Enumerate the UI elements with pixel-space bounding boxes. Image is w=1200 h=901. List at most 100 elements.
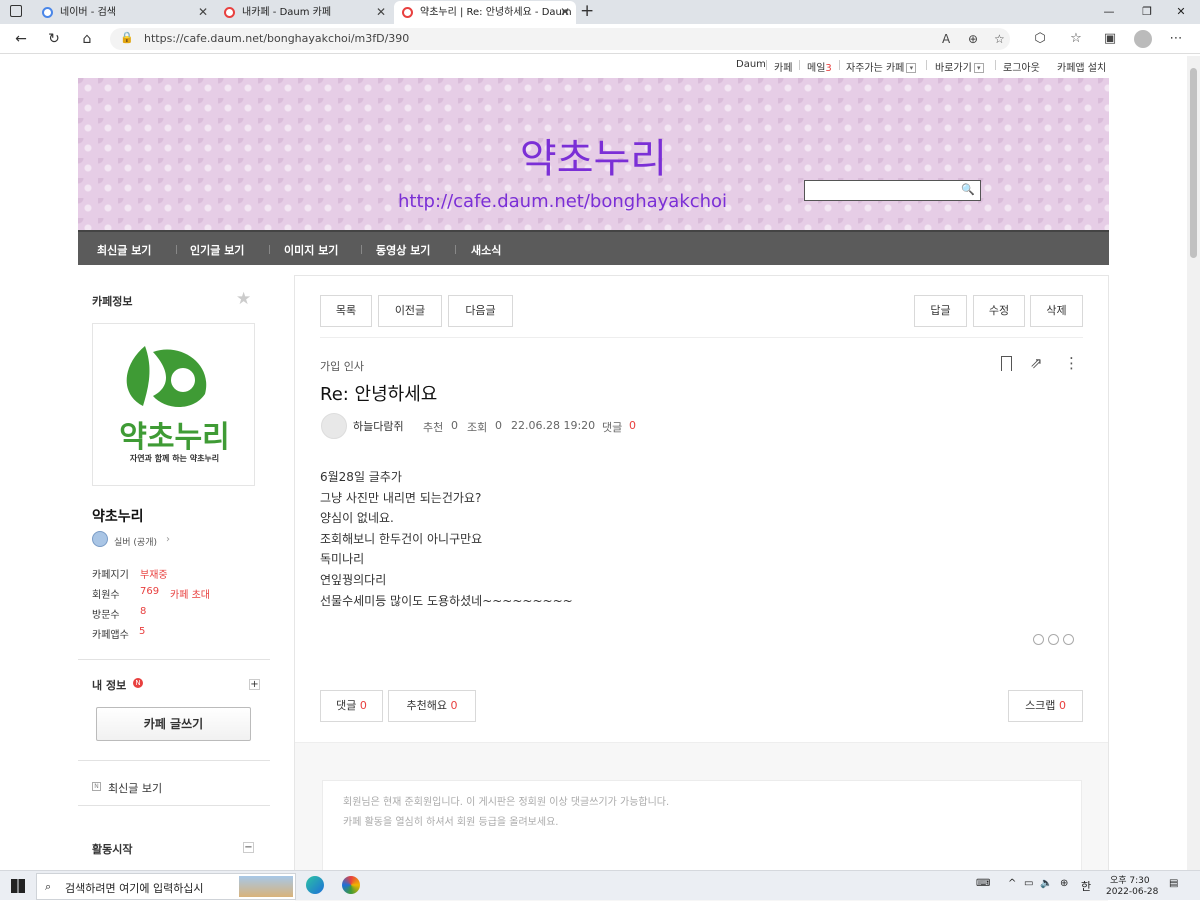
search-icon[interactable]: 🔍 bbox=[961, 183, 975, 196]
author-avatar[interactable] bbox=[321, 413, 347, 439]
menu-latest-posts[interactable]: 최신글 보기 bbox=[97, 242, 151, 258]
clock-date[interactable]: 2022-06-28 bbox=[1106, 887, 1158, 897]
page-scrollbar[interactable] bbox=[1187, 56, 1200, 870]
install-app-link[interactable]: 카페앱 설치 bbox=[1057, 59, 1106, 74]
volume-icon[interactable]: 🔈 bbox=[1040, 878, 1052, 889]
menu-news[interactable]: 새소식 bbox=[471, 242, 501, 258]
keyboard-icon[interactable]: ⌨ bbox=[976, 878, 990, 889]
profile-avatar[interactable] bbox=[1134, 30, 1152, 48]
favorites-icon[interactable]: ☆ bbox=[1066, 31, 1086, 46]
body-line: 연잎꿩의다리 bbox=[320, 572, 387, 587]
post-title: Re: 안녕하세요 bbox=[320, 384, 438, 405]
back-icon[interactable]: ← bbox=[10, 29, 32, 49]
divider bbox=[78, 760, 270, 761]
tab-title: 네이버 - 검색 bbox=[60, 7, 116, 18]
post-category[interactable]: 가입 인사 bbox=[320, 358, 364, 374]
chevron-up-icon[interactable]: ^ bbox=[1008, 878, 1016, 889]
expand-icon[interactable]: + bbox=[249, 679, 260, 690]
edit-button[interactable]: 수정 bbox=[973, 295, 1025, 327]
edge-browser-icon[interactable] bbox=[306, 876, 324, 894]
chevron-down-icon: ▾ bbox=[973, 63, 984, 73]
menu-videos[interactable]: 동영상 보기 bbox=[376, 242, 430, 258]
divider bbox=[78, 659, 270, 660]
scrollbar-thumb[interactable] bbox=[1190, 68, 1197, 258]
cafe-search-input[interactable]: 🔍 bbox=[804, 180, 981, 201]
cc-license-icon bbox=[1063, 634, 1074, 645]
banner-url[interactable]: http://cafe.daum.net/bonghayakchoi bbox=[398, 191, 727, 212]
tab-title: 약초누리 | Re: 안녕하세요 - Daum bbox=[420, 7, 572, 18]
menu-images[interactable]: 이미지 보기 bbox=[284, 242, 338, 258]
maximize-button[interactable]: ❐ bbox=[1128, 0, 1166, 24]
comment-button[interactable]: 댓글 0 bbox=[320, 690, 383, 722]
cafe-logo[interactable]: 약초누리 자연과 함께 하는 약초누리 bbox=[92, 323, 255, 486]
views-label: 조회 bbox=[467, 421, 488, 434]
gnb-daum-link[interactable]: Daum bbox=[736, 59, 766, 70]
minimize-button[interactable]: — bbox=[1090, 0, 1128, 24]
more-options-icon[interactable]: ⋮ bbox=[1064, 354, 1079, 372]
home-icon[interactable]: ⌂ bbox=[76, 29, 98, 49]
recommend-value: 0 bbox=[451, 419, 458, 432]
close-icon[interactable]: ✕ bbox=[560, 1, 570, 24]
more-icon[interactable]: ⋯ bbox=[1166, 31, 1186, 46]
comments-label: 댓글 bbox=[602, 421, 623, 434]
taskbar-search-field[interactable]: ⌕ 검색하려면 여기에 입력하십시 bbox=[36, 873, 296, 900]
menu-popular-posts[interactable]: 인기글 보기 bbox=[190, 242, 244, 258]
tab-title: 내카페 - Daum 카페 bbox=[242, 7, 332, 18]
activity-heading: 활동시작 bbox=[92, 843, 133, 856]
chevron-down-icon: ▾ bbox=[906, 63, 917, 73]
collections-icon[interactable]: ▣ bbox=[1100, 31, 1120, 46]
tab-current[interactable]: 약초누리 | Re: 안녕하세요 - Daum ✕ bbox=[394, 1, 576, 24]
refresh-icon[interactable]: ↻ bbox=[43, 29, 65, 49]
photos-app-icon[interactable] bbox=[342, 876, 360, 894]
banner-title[interactable]: 약초누리 bbox=[78, 126, 1109, 184]
scrap-button[interactable]: 스크랩 0 bbox=[1008, 690, 1083, 722]
logout-link[interactable]: 로그아웃 bbox=[1003, 59, 1040, 74]
extensions-icon[interactable]: ⬡ bbox=[1030, 31, 1050, 46]
ime-indicator[interactable]: 한 bbox=[1081, 878, 1091, 894]
favorite-star-icon[interactable]: ☆ bbox=[994, 32, 1005, 46]
close-window-button[interactable]: ✕ bbox=[1162, 0, 1200, 24]
divider bbox=[766, 60, 767, 70]
collapse-icon[interactable]: − bbox=[243, 842, 254, 853]
invite-link[interactable]: 카페 초대 bbox=[170, 586, 210, 601]
notification-icon[interactable]: ▤ bbox=[1169, 878, 1178, 889]
close-icon[interactable]: ✕ bbox=[198, 1, 208, 24]
reply-button[interactable]: 답글 bbox=[914, 295, 967, 327]
post-date: 22.06.28 19:20 bbox=[511, 419, 596, 432]
tab-my-cafe[interactable]: 내카페 - Daum 카페 ✕ bbox=[216, 1, 392, 24]
tab-naver[interactable]: 네이버 - 검색 ✕ bbox=[34, 1, 214, 24]
read-aloud-icon[interactable]: A bbox=[942, 32, 950, 46]
gnb-mail-label: 메일 bbox=[807, 63, 826, 74]
list-button[interactable]: 목록 bbox=[320, 295, 372, 327]
network-icon[interactable]: ⊕ bbox=[1060, 878, 1068, 889]
battery-icon[interactable]: ▭ bbox=[1024, 878, 1033, 889]
delete-button[interactable]: 삭제 bbox=[1030, 295, 1083, 327]
cafe-grade[interactable]: 실버 (공개) bbox=[114, 535, 157, 548]
sidebar-latest-link[interactable]: 최신글 보기 bbox=[108, 780, 162, 796]
close-icon[interactable]: ✕ bbox=[376, 1, 386, 24]
cc-license-icon bbox=[1048, 634, 1059, 645]
new-tab-button[interactable]: + bbox=[580, 1, 594, 21]
share-icon[interactable]: ⇗ bbox=[1030, 354, 1043, 372]
url-field[interactable]: 🔒 https://cafe.daum.net/bonghayakchoi/m3… bbox=[110, 28, 1010, 50]
prev-post-button[interactable]: 이전글 bbox=[378, 295, 442, 327]
gnb-shortcut-dropdown[interactable]: 바로가기 ▾ bbox=[935, 59, 984, 74]
recommend-button-label: 추천해요 bbox=[406, 699, 447, 712]
logo-title: 약초누리 bbox=[119, 420, 230, 455]
gnb-cafe-link[interactable]: 카페 bbox=[774, 59, 792, 74]
gnb-favorites-dropdown[interactable]: 자주가는 카페 ▾ bbox=[846, 59, 917, 74]
browser-tab-bar: 네이버 - 검색 ✕ 내카페 - Daum 카페 ✕ 약초누리 | Re: 안녕… bbox=[0, 0, 1200, 24]
bookmark-icon[interactable] bbox=[1001, 356, 1012, 371]
zoom-icon[interactable]: ⊕ bbox=[968, 32, 978, 46]
gnb-mail-link[interactable]: 메일3 bbox=[807, 59, 832, 74]
recommend-button[interactable]: 추천해요 0 bbox=[388, 690, 476, 722]
write-post-button[interactable]: 카페 글쓰기 bbox=[96, 707, 251, 741]
star-icon[interactable]: ★ bbox=[236, 289, 251, 309]
windows-start-icon[interactable] bbox=[11, 879, 25, 893]
author-name[interactable]: 하늘다람쥐 bbox=[353, 418, 404, 434]
next-post-button[interactable]: 다음글 bbox=[448, 295, 513, 327]
my-info-heading[interactable]: 내 정보 bbox=[92, 677, 126, 693]
clock-time[interactable]: 오후 7:30 bbox=[1110, 873, 1150, 886]
tab-actions-icon[interactable] bbox=[10, 5, 22, 17]
daum-cafe-icon bbox=[224, 7, 235, 18]
